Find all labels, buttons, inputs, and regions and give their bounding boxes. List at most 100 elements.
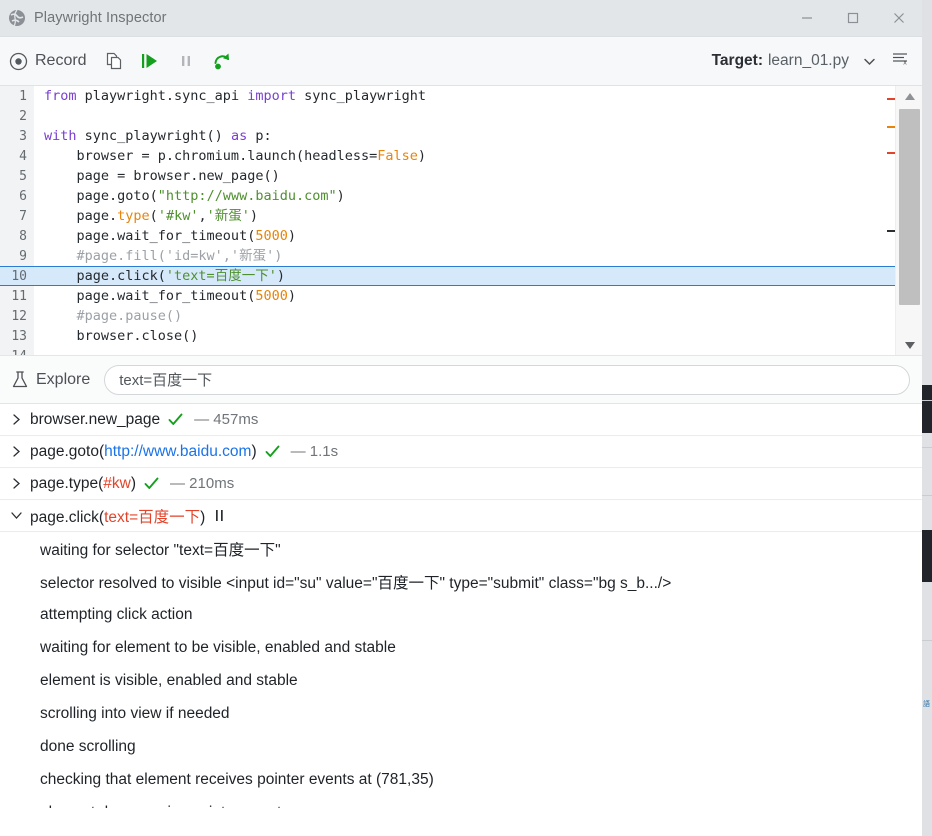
svg-text:x: x bbox=[903, 60, 907, 67]
code-line[interactable]: 13 browser.close() bbox=[0, 326, 895, 346]
code-token: browser.close() bbox=[44, 328, 199, 344]
code-text: browser = p.chromium.launch(headless=Fal… bbox=[34, 146, 427, 166]
code-lines[interactable]: 1 from playwright.sync_api import sync_pl… bbox=[0, 86, 895, 355]
action-row[interactable]: page.click(text=百度一下) bbox=[0, 500, 922, 532]
action-log-line: element is visible, enabled and stable bbox=[40, 671, 298, 689]
action-duration: — 210ms bbox=[170, 475, 235, 492]
title-bar: Playwright Inspector bbox=[0, 0, 922, 37]
code-token: page. bbox=[44, 208, 118, 224]
code-line[interactable]: 7 page.type('#kw','新蛋') bbox=[0, 206, 895, 226]
clear-log-button[interactable]: x bbox=[886, 47, 914, 75]
editor-vertical-scrollbar[interactable] bbox=[895, 86, 922, 355]
code-text: #page.pause() bbox=[34, 306, 183, 326]
target-selector[interactable]: Target: learn_01.py x bbox=[712, 47, 914, 75]
scrollbar-thumb[interactable] bbox=[899, 109, 920, 305]
action-log-line: checking that element receives pointer e… bbox=[40, 770, 434, 788]
code-token: browser = p.chromium.launch(headless= bbox=[44, 148, 378, 164]
pause-button[interactable] bbox=[169, 44, 203, 78]
chevron-right-icon[interactable] bbox=[8, 444, 24, 460]
code-line[interactable]: 3 with sync_playwright() as p: bbox=[0, 126, 895, 146]
code-token: sync_playwright() bbox=[84, 128, 231, 144]
code-token: ) bbox=[249, 208, 258, 224]
code-line[interactable]: 5 page = browser.new_page() bbox=[0, 166, 895, 186]
maximize-button[interactable] bbox=[830, 0, 876, 36]
code-area[interactable]: 1 from playwright.sync_api import sync_pl… bbox=[0, 86, 895, 355]
minimap-mark bbox=[887, 98, 895, 100]
action-param: #kw bbox=[103, 474, 131, 492]
background-window-sliver: 語 bbox=[922, 0, 932, 836]
code-editor[interactable]: 1 from playwright.sync_api import sync_pl… bbox=[0, 86, 922, 356]
action-log-line: done scrolling bbox=[40, 737, 136, 755]
code-token: as bbox=[230, 128, 256, 144]
line-number: 13 bbox=[11, 329, 27, 344]
close-button[interactable] bbox=[876, 0, 922, 36]
code-text: page = browser.new_page() bbox=[34, 166, 280, 186]
target-label: Target: bbox=[711, 52, 763, 69]
code-token: ( bbox=[149, 208, 158, 224]
resume-button[interactable] bbox=[133, 44, 167, 78]
window-controls bbox=[784, 0, 922, 36]
line-number: 12 bbox=[11, 309, 27, 324]
action-log-line: element does receive pointer events bbox=[0, 796, 922, 809]
code-line[interactable]: 1 from playwright.sync_api import sync_pl… bbox=[0, 86, 895, 106]
explore-selector-input[interactable] bbox=[104, 364, 910, 395]
action-row[interactable]: page.type(#kw) — 210ms bbox=[0, 468, 922, 500]
action-title: page.click(text=百度一下) bbox=[30, 508, 206, 526]
code-token: #page.fill('id=kw','新蛋') bbox=[44, 248, 283, 264]
code-token: type bbox=[117, 208, 150, 224]
action-param: http://www.baidu.com bbox=[104, 442, 252, 460]
line-number: 8 bbox=[19, 229, 27, 244]
action-duration: — 457ms bbox=[194, 411, 259, 428]
toolbar: Record Target: learn_01.py x bbox=[0, 37, 922, 86]
code-line[interactable]: 2 bbox=[0, 106, 895, 126]
code-line[interactable]: 6 page.goto("http://www.baidu.com") bbox=[0, 186, 895, 206]
code-token: page.goto( bbox=[44, 188, 158, 204]
code-line[interactable]: 14 bbox=[0, 346, 895, 355]
code-token: "http://www.baidu.com" bbox=[157, 188, 337, 204]
code-token: page.wait_for_timeout( bbox=[44, 288, 256, 304]
action-row[interactable]: page.goto(http://www.baidu.com) — 1.1s bbox=[0, 436, 922, 468]
chevron-down-icon[interactable] bbox=[856, 48, 882, 74]
minimize-button[interactable] bbox=[784, 0, 830, 36]
scroll-up-arrow-icon[interactable] bbox=[896, 86, 922, 106]
code-text: page.wait_for_timeout(5000) bbox=[34, 286, 296, 306]
code-text: from playwright.sync_api import sync_pla… bbox=[34, 86, 426, 106]
line-number: 2 bbox=[19, 109, 27, 124]
step-over-button[interactable] bbox=[205, 44, 239, 78]
code-line[interactable]: 12 #page.pause() bbox=[0, 306, 895, 326]
code-line[interactable]: 10 page.click('text=百度一下') bbox=[0, 266, 895, 286]
code-token: ) bbox=[276, 268, 285, 284]
copy-button[interactable] bbox=[97, 44, 131, 78]
code-token: #page.pause() bbox=[44, 308, 183, 324]
green-check-icon bbox=[167, 411, 184, 428]
chevron-right-icon[interactable] bbox=[8, 476, 24, 492]
code-token: import bbox=[247, 88, 305, 104]
flask-icon bbox=[10, 370, 30, 390]
chevron-right-icon[interactable] bbox=[8, 412, 24, 428]
code-token: sync_playwright bbox=[304, 88, 427, 104]
playwright-inspector-window: 語 Playwright Inspector Record Target: le… bbox=[0, 0, 932, 836]
scroll-down-arrow-icon[interactable] bbox=[896, 335, 922, 355]
code-text: #page.fill('id=kw','新蛋') bbox=[34, 246, 283, 266]
code-line[interactable]: 4 browser = p.chromium.launch(headless=F… bbox=[0, 146, 895, 166]
code-token: page = browser.new_page() bbox=[44, 168, 280, 184]
chevron-down-icon[interactable] bbox=[8, 508, 24, 524]
code-token: 5000 bbox=[255, 288, 288, 304]
green-check-icon bbox=[143, 475, 160, 492]
line-number: 4 bbox=[19, 149, 27, 164]
minimap-mark bbox=[887, 126, 895, 128]
line-number: 14 bbox=[0, 347, 34, 355]
code-line[interactable]: 8 page.wait_for_timeout(5000) bbox=[0, 226, 895, 246]
code-line[interactable]: 11 page.wait_for_timeout(5000) bbox=[0, 286, 895, 306]
record-button[interactable]: Record bbox=[9, 52, 87, 71]
code-token: 5000 bbox=[255, 228, 288, 244]
action-duration: — 1.1s bbox=[290, 443, 339, 460]
code-token: ) bbox=[417, 148, 427, 164]
record-label: Record bbox=[35, 52, 87, 69]
code-token: p: bbox=[255, 128, 272, 144]
action-log-line: waiting for selector "text=百度一下" bbox=[40, 541, 281, 559]
action-list: browser.new_page — 457ms page.goto(http://… bbox=[0, 404, 922, 808]
code-line[interactable]: 9 #page.fill('id=kw','新蛋') bbox=[0, 246, 895, 266]
code-text: page.wait_for_timeout(5000) bbox=[34, 226, 296, 246]
action-row[interactable]: browser.new_page — 457ms bbox=[0, 404, 922, 436]
